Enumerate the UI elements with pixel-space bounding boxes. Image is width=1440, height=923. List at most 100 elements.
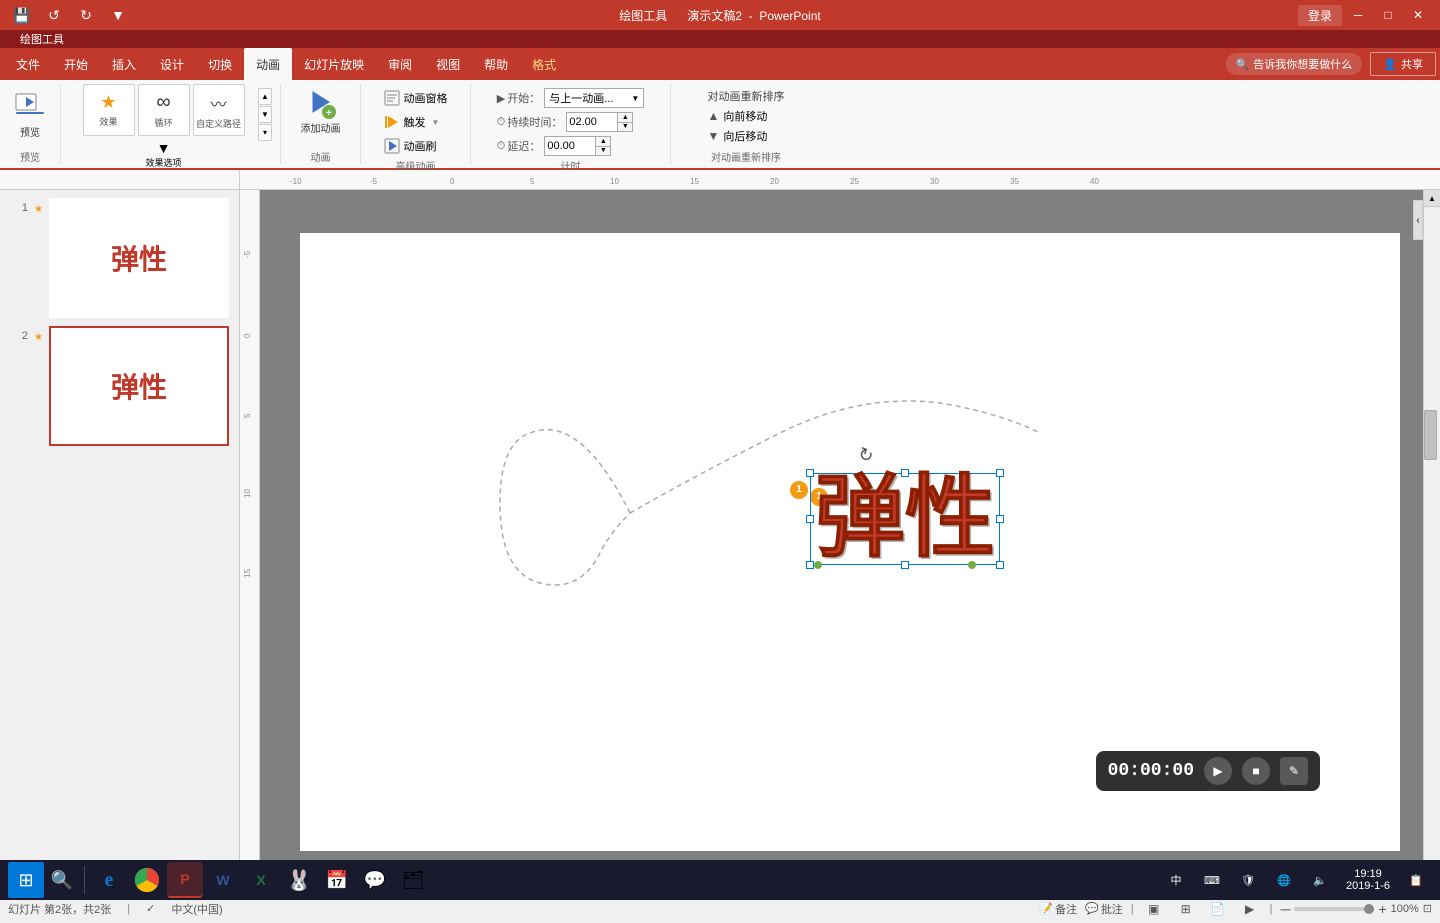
delay-down[interactable]: ▼ bbox=[596, 146, 610, 156]
rabbit-icon: 🐰 bbox=[287, 868, 312, 893]
slide-preview-1[interactable]: 弹性 bbox=[49, 198, 229, 318]
minimize-btn[interactable]: ─ bbox=[1344, 1, 1372, 29]
right-collapse-handle[interactable]: ‹ bbox=[1413, 200, 1423, 240]
cortana-btn[interactable]: 🔍 bbox=[46, 864, 78, 896]
taskbar-excel[interactable]: X bbox=[243, 862, 279, 898]
restore-btn[interactable]: □ bbox=[1374, 1, 1402, 29]
spell-check-icon[interactable]: ✓ bbox=[146, 902, 155, 915]
view-slideshow-btn[interactable]: ▶ bbox=[1238, 897, 1262, 921]
undo-btn[interactable]: ↺ bbox=[40, 1, 68, 29]
preview-btn[interactable]: 预览 bbox=[8, 88, 52, 143]
taskbar-word[interactable]: W bbox=[205, 862, 241, 898]
tab-view[interactable]: 视图 bbox=[424, 48, 472, 80]
slide-thumb-2[interactable]: 2 ★ 弹性 bbox=[8, 326, 231, 446]
duration-input[interactable] bbox=[567, 116, 617, 128]
view-normal-btn[interactable]: ▣ bbox=[1142, 897, 1166, 921]
trigger-btn[interactable]: 触发 ▼ bbox=[380, 112, 452, 132]
tab-animations[interactable]: 动画 bbox=[244, 48, 292, 80]
slide-thumb-1[interactable]: 1 ★ 弹性 bbox=[8, 198, 231, 318]
taskbar-ime[interactable]: ⌨ bbox=[1196, 862, 1228, 898]
taskbar-keyboard[interactable]: 中 bbox=[1160, 862, 1192, 898]
tab-home[interactable]: 开始 bbox=[52, 48, 100, 80]
taskbar-ppt[interactable]: P bbox=[167, 862, 203, 898]
timer-play-btn[interactable]: ▶ bbox=[1204, 757, 1232, 785]
search-box[interactable]: 🔍 告诉我你想要做什么 bbox=[1226, 53, 1363, 75]
tab-transitions[interactable]: 切换 bbox=[196, 48, 244, 80]
close-btn[interactable]: ✕ bbox=[1404, 1, 1432, 29]
timer-edit-btn[interactable]: ✎ bbox=[1280, 757, 1308, 785]
rotation-handle[interactable]: ↻ bbox=[855, 443, 876, 468]
customize-btn[interactable]: ▼ bbox=[104, 1, 132, 29]
taskbar-rabbit[interactable]: 🐰 bbox=[281, 862, 317, 898]
gallery-scroll-down[interactable]: ▼ bbox=[258, 106, 272, 123]
edge-icon: e bbox=[105, 869, 114, 892]
gallery-expand[interactable]: ▾ bbox=[258, 124, 272, 141]
taskbar-files[interactable]: 🗂 bbox=[395, 862, 431, 898]
duration-up[interactable]: ▲ bbox=[618, 113, 632, 122]
handle-tc[interactable] bbox=[901, 469, 909, 477]
view-reading-btn[interactable]: 📄 bbox=[1206, 897, 1230, 921]
handle-bc[interactable] bbox=[901, 561, 909, 569]
comments-btn[interactable]: 💬 批注 bbox=[1085, 901, 1123, 917]
gallery-scroll-up[interactable]: ▲ bbox=[258, 88, 272, 105]
tab-file[interactable]: 文件 bbox=[4, 48, 52, 80]
taskbar-volume[interactable]: 🔈 bbox=[1304, 862, 1336, 898]
effects-options-btn[interactable]: ▼ 效果选项 bbox=[139, 138, 187, 171]
view-sorter-btn[interactable]: ⊞ bbox=[1174, 897, 1198, 921]
taskbar-security[interactable]: 🛡 bbox=[1232, 862, 1264, 898]
zoom-thumb[interactable] bbox=[1364, 904, 1374, 914]
handle-br[interactable] bbox=[996, 561, 1004, 569]
svg-text:15: 15 bbox=[690, 177, 699, 186]
zoom-out-btn[interactable]: ─ bbox=[1281, 901, 1291, 917]
tab-help[interactable]: 帮助 bbox=[472, 48, 520, 80]
animation-painter-btn[interactable]: 动画刷 bbox=[380, 136, 452, 156]
animation-pane-btn[interactable]: 动画窗格 bbox=[380, 88, 452, 108]
share-btn[interactable]: 👤 共享 bbox=[1370, 52, 1436, 76]
taskbar-edge[interactable]: e bbox=[91, 862, 127, 898]
move-later-btn[interactable]: ▼ 向后移动 bbox=[708, 128, 785, 144]
zoom-slider[interactable] bbox=[1294, 907, 1374, 911]
handle-ml[interactable] bbox=[806, 515, 814, 523]
slide-canvas[interactable]: 1 1 ↻ bbox=[300, 233, 1400, 851]
add-animation-btn[interactable]: + 添加动画 bbox=[295, 84, 347, 139]
handle-tr[interactable] bbox=[996, 469, 1004, 477]
fit-slide-btn[interactable]: ⊡ bbox=[1423, 902, 1432, 915]
move-earlier-btn[interactable]: ▲ 向前移动 bbox=[708, 108, 785, 124]
comments-icon: 💬 bbox=[1085, 902, 1099, 915]
handle-bl[interactable] bbox=[806, 561, 814, 569]
delay-up[interactable]: ▲ bbox=[596, 137, 610, 146]
handle-mr[interactable] bbox=[996, 515, 1004, 523]
anim-item-star[interactable]: ★ 效果 bbox=[83, 84, 135, 136]
duration-down[interactable]: ▼ bbox=[618, 122, 632, 132]
tab-design[interactable]: 设计 bbox=[148, 48, 196, 80]
taskbar-notification[interactable]: 📋 bbox=[1400, 862, 1432, 898]
tab-insert[interactable]: 插入 bbox=[100, 48, 148, 80]
scroll-thumb[interactable] bbox=[1424, 410, 1437, 460]
login-btn[interactable]: 登录 bbox=[1298, 5, 1342, 26]
timer-stop-btn[interactable]: ■ bbox=[1242, 757, 1270, 785]
notes-btn[interactable]: 📝 备注 bbox=[1039, 901, 1077, 917]
taskbar-chrome[interactable] bbox=[129, 862, 165, 898]
redo-btn[interactable]: ↻ bbox=[72, 1, 100, 29]
zoom-in-btn[interactable]: + bbox=[1378, 901, 1386, 917]
handle-tl[interactable] bbox=[806, 469, 814, 477]
title-bar: 💾 ↺ ↻ ▼ 绘图工具 演示文稿2 - PowerPoint 登录 ─ □ ✕ bbox=[0, 0, 1440, 30]
scroll-up-btn[interactable]: ▲ bbox=[1424, 190, 1440, 207]
anim-item-custom-path[interactable]: 〰 自定义路径 bbox=[193, 84, 245, 136]
tab-review[interactable]: 审阅 bbox=[376, 48, 424, 80]
slide-preview-2[interactable]: 弹性 bbox=[49, 326, 229, 446]
start-select[interactable]: 与上一动画... ▼ bbox=[544, 88, 644, 108]
green-handle-r[interactable] bbox=[968, 561, 976, 569]
start-btn[interactable]: ⊞ bbox=[8, 862, 44, 898]
taskbar-clock[interactable]: 19:19 2019-1-6 bbox=[1340, 868, 1396, 892]
taskbar-network[interactable]: 🌐 bbox=[1268, 862, 1300, 898]
timer-overlay: 00:00:00 ▶ ■ ✎ bbox=[1096, 751, 1320, 791]
taskbar-calendar[interactable]: 📅 bbox=[319, 862, 355, 898]
quick-access-save[interactable]: 💾 bbox=[8, 1, 36, 29]
taskbar-wechat[interactable]: 💬 bbox=[357, 862, 393, 898]
delay-input[interactable] bbox=[545, 140, 595, 152]
tab-format[interactable]: 格式 bbox=[520, 48, 568, 80]
green-handle-l[interactable] bbox=[814, 561, 822, 569]
anim-item-loop[interactable]: ∞ 循环 bbox=[138, 84, 190, 136]
tab-slideshow[interactable]: 幻灯片放映 bbox=[292, 48, 376, 80]
